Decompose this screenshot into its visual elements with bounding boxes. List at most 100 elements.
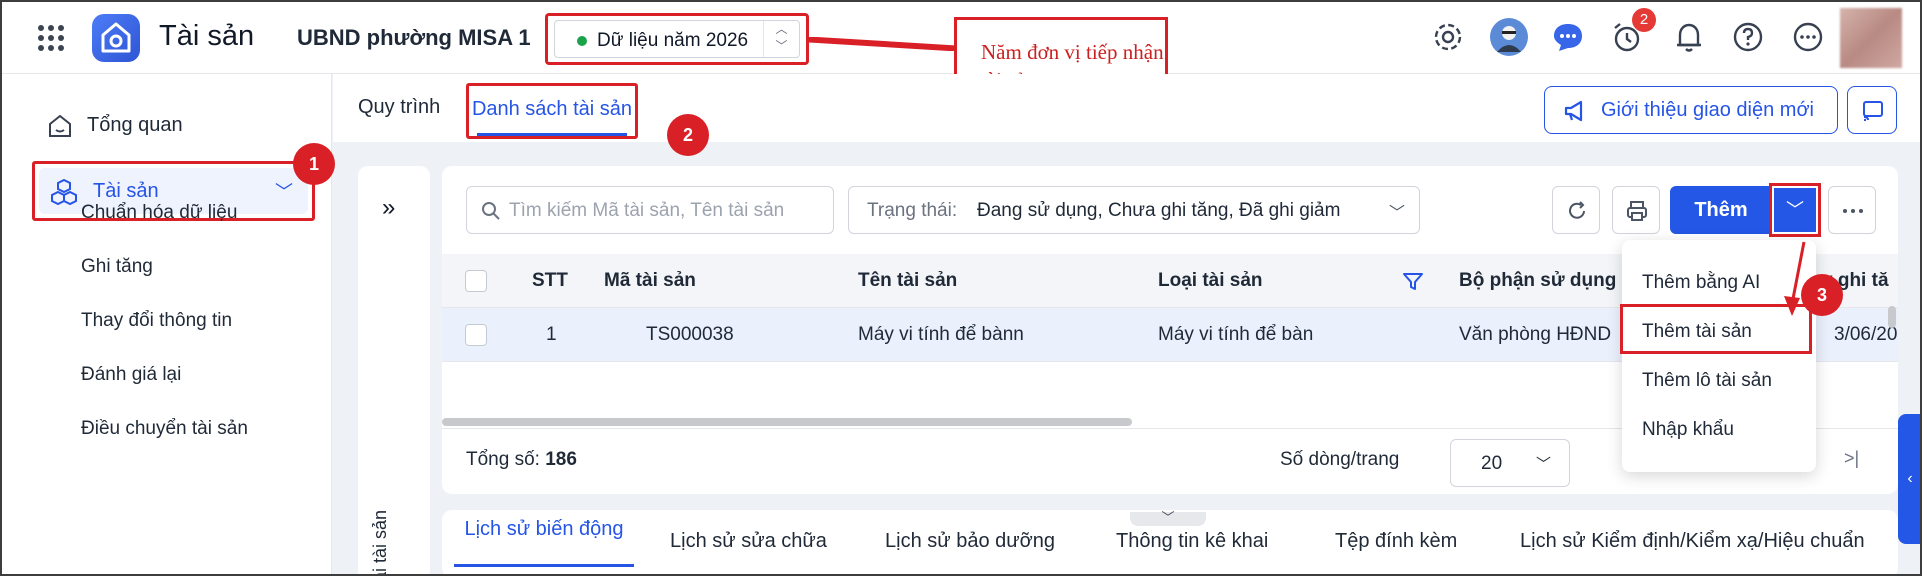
avatar[interactable] bbox=[1490, 18, 1528, 56]
chevron-left-icon: ‹ bbox=[1907, 470, 1913, 487]
callout-pointer bbox=[809, 37, 959, 51]
add-dropdown-button[interactable]: ﹀ bbox=[1774, 188, 1816, 232]
filter-icon[interactable] bbox=[1402, 272, 1424, 292]
status-dot-icon bbox=[577, 36, 587, 46]
column-header-stt: STT bbox=[532, 270, 568, 291]
collapse-panel-icon[interactable]: ﹀ bbox=[1130, 511, 1206, 526]
column-header-code: Mã tài sản bbox=[604, 270, 696, 291]
app-title: Tài sản bbox=[159, 20, 255, 52]
year-selector-highlight: Dữ liệu năm 2026 ︿ ﹀ bbox=[545, 13, 809, 65]
notification-count-badge: 2 bbox=[1632, 8, 1656, 32]
cast-button[interactable] bbox=[1847, 86, 1897, 134]
year-spinner[interactable]: ︿ ﹀ bbox=[763, 21, 799, 57]
sidebar-item-label: Tài sản bbox=[93, 180, 159, 202]
print-button[interactable] bbox=[1612, 186, 1660, 234]
cell-stt: 1 bbox=[546, 324, 557, 345]
app-launcher-icon[interactable] bbox=[38, 25, 64, 51]
add-dropdown-highlight: ﹀ bbox=[1769, 183, 1821, 237]
sidebar-item-increase[interactable]: Ghi tăng bbox=[81, 256, 153, 278]
total-value: 186 bbox=[545, 449, 577, 470]
tab-attachments[interactable]: Tệp đính kèm bbox=[1335, 530, 1457, 553]
new-ui-intro-label: Giới thiệu giao diện mới bbox=[1601, 99, 1814, 121]
expand-panel-icon[interactable]: » bbox=[382, 194, 395, 222]
sidebar: Tổng quan Tài sản ﹀ Chuẩn hóa dữ liệu Gh… bbox=[2, 74, 332, 574]
right-panel-toggle[interactable]: ‹ bbox=[1898, 414, 1920, 544]
cell-date: 3/06/202 bbox=[1834, 324, 1898, 345]
active-tab-indicator bbox=[477, 133, 627, 136]
home-icon bbox=[49, 114, 71, 137]
tab-maintenance-history[interactable]: Lịch sử bảo dưỡng bbox=[885, 530, 1055, 553]
megaphone-icon bbox=[1564, 100, 1583, 122]
sidebar-item-change-info[interactable]: Thay đổi thông tin bbox=[81, 310, 232, 332]
more-options-icon[interactable] bbox=[1791, 20, 1825, 54]
chat-icon[interactable] bbox=[1551, 20, 1585, 54]
cast-icon bbox=[1863, 101, 1883, 121]
active-tab-indicator bbox=[454, 564, 634, 567]
chevron-down-icon[interactable]: ﹀ bbox=[275, 178, 293, 204]
search-icon bbox=[482, 202, 500, 220]
total-count: Tổng số: 186 bbox=[466, 449, 577, 471]
more-actions-button[interactable] bbox=[1828, 186, 1876, 234]
settings-icon[interactable] bbox=[1431, 20, 1465, 54]
tab-asset-list-highlight: Danh sách tài sản bbox=[466, 83, 638, 139]
tab-asset-list[interactable]: Danh sách tài sản bbox=[469, 98, 635, 121]
row-checkbox[interactable] bbox=[465, 324, 487, 346]
cell-dept: Văn phòng HĐND bbox=[1459, 324, 1612, 345]
tab-repair-history[interactable]: Lịch sử sửa chữa bbox=[670, 530, 827, 553]
status-filter-label: Trạng thái: bbox=[867, 200, 958, 221]
help-icon[interactable] bbox=[1731, 20, 1765, 54]
sidebar-item-label: Tổng quan bbox=[87, 114, 183, 136]
search-input[interactable]: Tìm kiếm Mã tài sản, Tên tài sản bbox=[466, 186, 834, 234]
chevron-down-icon: ﹀ bbox=[1535, 456, 1551, 473]
sidebar-item-revaluation[interactable]: Đánh giá lại bbox=[81, 364, 181, 386]
printer-icon bbox=[1627, 201, 1647, 221]
chevron-down-icon[interactable]: ﹀ bbox=[1389, 199, 1405, 223]
chevron-down-icon: ﹀ bbox=[1786, 200, 1804, 220]
last-page-icon[interactable]: >| bbox=[1844, 448, 1859, 469]
year-selector[interactable]: Dữ liệu năm 2026 ︿ ﹀ bbox=[554, 20, 800, 58]
cell-name: Máy vi tính để bànn bbox=[858, 324, 1024, 345]
new-ui-intro-button[interactable]: Giới thiệu giao diện mới bbox=[1544, 86, 1838, 134]
horizontal-scrollbar[interactable] bbox=[442, 418, 1132, 426]
chevron-down-icon[interactable]: ﹀ bbox=[764, 38, 799, 55]
sidebar-item-data-normalization[interactable]: Chuẩn hóa dữ liệu bbox=[81, 202, 237, 224]
app-window: Tài sản UBND phường MISA 1 Dữ liệu năm 2… bbox=[0, 0, 1922, 576]
column-header-name: Tên tài sản bbox=[858, 270, 958, 291]
search-placeholder: Tìm kiếm Mã tài sản, Tên tài sản bbox=[509, 200, 785, 221]
user-avatar[interactable] bbox=[1840, 8, 1902, 68]
tab-inspection-history[interactable]: Lịch sử Kiểm định/Kiểm xạ/Hiệu chuẩn bbox=[1520, 530, 1865, 553]
step-badge-3: 3 bbox=[1801, 274, 1843, 316]
rows-per-page-select[interactable]: 20 ﹀ bbox=[1450, 439, 1570, 487]
cell-code: TS000038 bbox=[646, 324, 734, 345]
step-badge-2: 2 bbox=[667, 114, 709, 156]
menu-item-add-batch[interactable]: Thêm lô tài sản bbox=[1642, 370, 1772, 392]
chevron-up-icon[interactable]: ︿ bbox=[764, 21, 799, 38]
vertical-scrollbar[interactable] bbox=[1888, 306, 1896, 328]
step-badge-1: 1 bbox=[293, 143, 335, 185]
menu-item-add-ai[interactable]: Thêm bằng AI bbox=[1642, 272, 1760, 294]
column-header-dept: Bộ phận sử dụng bbox=[1459, 270, 1617, 291]
status-filter-value: Đang sử dụng, Chưa ghi tăng, Đã ghi giảm bbox=[977, 200, 1341, 221]
menu-item-import[interactable]: Nhập khẩu bbox=[1642, 419, 1734, 441]
sidebar-item-transfer[interactable]: Điều chuyển tài sản bbox=[81, 418, 248, 440]
column-header-type: Loại tài sản bbox=[1158, 270, 1263, 291]
refresh-icon bbox=[1569, 201, 1585, 219]
total-label: Tổng số: bbox=[466, 449, 540, 470]
refresh-button[interactable] bbox=[1552, 186, 1600, 234]
add-button[interactable]: Thêm bbox=[1670, 186, 1772, 234]
year-selector-label: Dữ liệu năm 2026 bbox=[597, 30, 749, 51]
status-filter[interactable]: Trạng thái: Đang sử dụng, Chưa ghi tăng,… bbox=[848, 186, 1420, 234]
main-tabs: Quy trình Danh sách tài sản Giới thiệu g… bbox=[333, 74, 1920, 142]
app-logo bbox=[92, 14, 140, 62]
tab-process[interactable]: Quy trình bbox=[358, 96, 440, 119]
rows-per-page-label: Số dòng/trang bbox=[1280, 449, 1400, 470]
asset-type-panel: » bbox=[358, 166, 430, 574]
tab-change-history[interactable]: Lịch sử biến động bbox=[454, 518, 634, 540]
tab-declaration-info[interactable]: Thông tin kê khai bbox=[1116, 530, 1268, 553]
org-name: UBND phường MISA 1 bbox=[297, 25, 531, 50]
select-all-checkbox[interactable] bbox=[465, 270, 487, 292]
asset-type-panel-label: ại tài sản bbox=[370, 509, 390, 576]
cell-type: Máy vi tính để bàn bbox=[1158, 324, 1314, 345]
cubes-icon bbox=[51, 178, 77, 206]
bell-icon[interactable] bbox=[1672, 20, 1706, 54]
